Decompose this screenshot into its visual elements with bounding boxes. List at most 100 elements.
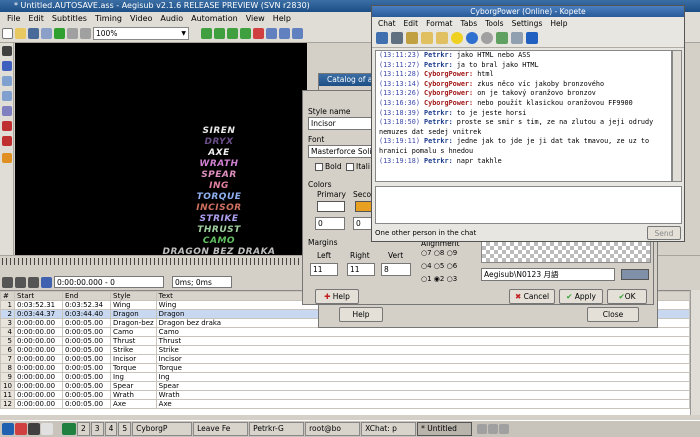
automation-icon[interactable] xyxy=(253,28,264,39)
grid-row[interactable]: 9 0:00:00.00 0:00:05.00 Ing Ing xyxy=(0,372,690,382)
menu-edit[interactable]: Edit xyxy=(24,14,48,23)
grid-row[interactable]: 10 0:00:00.00 0:00:05.00 Spear Spear xyxy=(0,381,690,391)
spellcheck-icon[interactable] xyxy=(511,32,523,44)
timing-post-icon[interactable] xyxy=(279,28,290,39)
files-launcher-icon[interactable] xyxy=(41,423,53,435)
paste-icon[interactable] xyxy=(436,32,448,44)
tray-volume-icon[interactable] xyxy=(477,424,488,434)
italic-checkbox[interactable] xyxy=(346,163,354,171)
ok-button[interactable]: ✔OK xyxy=(607,289,647,304)
terminal-launcher-icon[interactable] xyxy=(28,423,40,435)
save-icon[interactable] xyxy=(28,28,39,39)
kmenu-launcher-icon[interactable] xyxy=(2,423,14,435)
menu-video[interactable]: Video xyxy=(126,14,156,23)
grid-scrollbar[interactable] xyxy=(690,290,700,415)
play-line-icon[interactable] xyxy=(15,276,26,288)
realtime-icon[interactable] xyxy=(2,153,12,163)
primary-color-swatch[interactable] xyxy=(317,201,345,212)
properties-icon[interactable] xyxy=(214,28,225,39)
grid-row[interactable]: 5 0:00:00.00 0:00:05.00 Thrust Thrust xyxy=(0,336,690,346)
align-6[interactable]: 6 xyxy=(453,262,457,270)
task-petrkr[interactable]: Petrkr-G xyxy=(249,422,305,436)
play-video-icon[interactable] xyxy=(2,276,13,288)
kmenu-tabs[interactable]: Tabs xyxy=(457,19,482,28)
align-1[interactable]: 1 xyxy=(427,275,431,283)
send-button[interactable]: Send xyxy=(647,226,681,240)
align-5[interactable]: 5 xyxy=(440,262,444,270)
menu-audio[interactable]: Audio xyxy=(156,14,187,23)
cut-icon[interactable] xyxy=(406,32,418,44)
grid-row[interactable]: 12 0:00:00.00 0:00:05.00 Axe Axe xyxy=(0,399,690,409)
play-icon[interactable] xyxy=(54,28,65,39)
kmenu-settings[interactable]: Settings xyxy=(508,19,547,28)
grid-row[interactable]: 7 0:00:00.00 0:00:05.00 Incisor Incisor xyxy=(0,354,690,364)
chat-log[interactable]: (13:11:23) Petrkr: jako HTML nebo ASS (13… xyxy=(375,50,672,182)
new-file-icon[interactable] xyxy=(2,28,13,39)
video-time-field[interactable]: 0:00:00.000 - 0 xyxy=(54,276,164,288)
task-kopete[interactable]: CyborgP xyxy=(132,422,193,436)
tray-clipboard-icon[interactable] xyxy=(499,424,510,434)
kmenu-tools[interactable]: Tools xyxy=(481,19,507,28)
save-as-icon[interactable] xyxy=(41,28,52,39)
rotate-xy-icon[interactable] xyxy=(2,91,12,101)
primary-alpha-input[interactable]: 0 xyxy=(315,217,345,230)
grid-row[interactable]: 6 0:00:00.00 0:00:05.00 Strike Strike xyxy=(0,345,690,355)
kanji-timer-icon[interactable] xyxy=(292,28,303,39)
menu-view[interactable]: View xyxy=(242,14,269,23)
desktop-4[interactable]: 4 xyxy=(104,422,118,436)
align-7[interactable]: 7 xyxy=(427,249,431,257)
zoom-select[interactable]: 100% xyxy=(93,27,189,40)
menu-file[interactable]: File xyxy=(3,14,24,23)
save-chat-icon[interactable] xyxy=(376,32,388,44)
video-display[interactable]: SIREN DRYX AXE WRATH SPEAR ING TORQUE INCISOR ST… xyxy=(15,43,307,257)
alignment-radios[interactable]: ○7 ○8 ○9 ○4 ○5 ○6 ○1 ◉2 ○3 xyxy=(421,247,479,287)
align-3[interactable]: 3 xyxy=(453,275,457,283)
stop-icon[interactable] xyxy=(28,276,39,288)
print-icon[interactable] xyxy=(391,32,403,44)
back-icon[interactable] xyxy=(466,32,478,44)
forward-icon[interactable] xyxy=(481,32,493,44)
tray-network-icon[interactable] xyxy=(488,424,499,434)
grid-row[interactable]: 11 0:00:00.00 0:00:05.00 Wrath Wrath xyxy=(0,390,690,400)
smiley-icon[interactable] xyxy=(451,32,463,44)
scale-tool-icon[interactable] xyxy=(2,106,12,116)
chat-input[interactable] xyxy=(375,186,682,224)
rotate-z-icon[interactable] xyxy=(2,76,12,86)
kmenu-help[interactable]: Help xyxy=(546,19,571,28)
margin-right-input[interactable]: 11 xyxy=(347,263,375,276)
copy-icon[interactable] xyxy=(421,32,433,44)
kmenu-edit[interactable]: Edit xyxy=(400,19,423,28)
align-9[interactable]: 9 xyxy=(453,249,457,257)
clip-tool-icon[interactable] xyxy=(2,121,12,131)
align-4[interactable]: 4 xyxy=(427,262,431,270)
align-2[interactable]: 2 xyxy=(440,275,444,283)
standard-tool-icon[interactable] xyxy=(2,46,12,56)
zoom-out-icon[interactable] xyxy=(67,28,78,39)
drag-tool-icon[interactable] xyxy=(2,61,12,71)
autoscroll-icon[interactable] xyxy=(41,276,52,288)
menu-timing[interactable]: Timing xyxy=(91,14,126,23)
catalog-close-button[interactable]: Close xyxy=(587,307,639,322)
catalog-help-button[interactable]: Help xyxy=(339,307,383,322)
kmenu-format[interactable]: Format xyxy=(422,19,456,28)
task-leave[interactable]: Leave Fe xyxy=(193,422,249,436)
browser-launcher-icon[interactable] xyxy=(15,423,27,435)
pen-icon[interactable] xyxy=(496,32,508,44)
menu-automation[interactable]: Automation xyxy=(187,14,242,23)
style-name-input[interactable]: Incisor xyxy=(308,117,372,130)
video-seekbar[interactable] xyxy=(2,258,307,265)
bold-checkbox[interactable] xyxy=(315,163,323,171)
align-8[interactable]: 8 xyxy=(440,249,444,257)
invite-icon[interactable] xyxy=(526,32,538,44)
kmenu-chat[interactable]: Chat xyxy=(374,19,400,28)
task-xchat[interactable]: XChat: p xyxy=(361,422,417,436)
desktop-2[interactable]: 2 xyxy=(77,422,90,436)
style-manager-icon[interactable] xyxy=(201,28,212,39)
preview-text-input[interactable]: Aegisub\N0123 月語 xyxy=(481,268,615,281)
resample-icon[interactable] xyxy=(266,28,277,39)
grid-row[interactable]: 4 0:00:00.00 0:00:05.00 Camo Camo xyxy=(0,327,690,337)
fonts-collector-icon[interactable] xyxy=(240,28,251,39)
margin-vert-input[interactable]: 8 xyxy=(381,263,411,276)
menu-help[interactable]: Help xyxy=(269,14,295,23)
help-button[interactable]: ✚ Help xyxy=(315,289,359,304)
